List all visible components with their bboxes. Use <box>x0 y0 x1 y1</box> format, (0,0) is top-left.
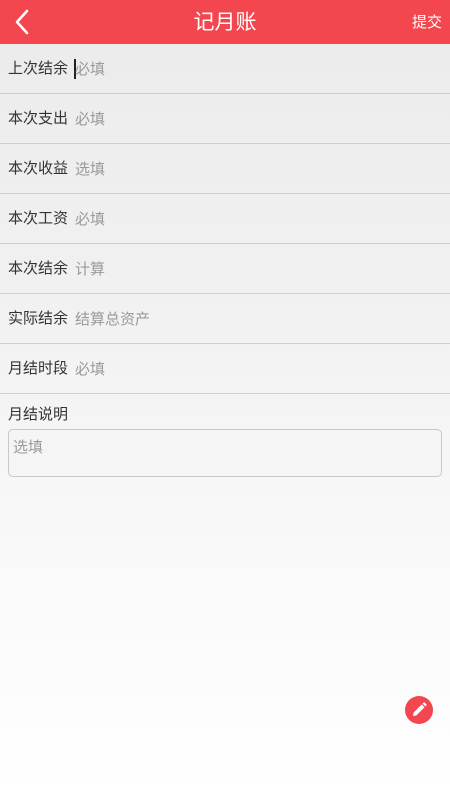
expense-input[interactable] <box>75 106 435 132</box>
form-row-label: 本次工资 <box>8 209 69 227</box>
current-balance-input[interactable] <box>75 256 435 282</box>
form-row-label: 实际结余 <box>8 309 69 327</box>
form-row-actual-balance: 实际结余 <box>0 294 450 344</box>
submit-button[interactable]: 提交 <box>412 0 442 44</box>
form-row-label: 月结时段 <box>8 359 69 377</box>
page-title: 记月账 <box>193 10 257 34</box>
pencil-icon <box>413 702 427 716</box>
form-row-salary: 本次工资 <box>0 194 450 244</box>
form-row-last-balance: 上次结余 <box>0 44 450 94</box>
form-row-label: 本次支出 <box>8 109 69 127</box>
note-textarea[interactable] <box>8 429 442 477</box>
income-input[interactable] <box>75 156 435 182</box>
last-balance-input[interactable] <box>75 56 435 82</box>
actual-balance-input[interactable] <box>75 306 435 332</box>
form-row-expense: 本次支出 <box>0 94 450 144</box>
edit-fab-button[interactable] <box>405 696 433 724</box>
note-label: 月结说明 <box>8 405 69 423</box>
form-row-current-balance: 本次结余 <box>0 244 450 294</box>
form-row-label: 本次收益 <box>8 159 69 177</box>
form-row-income: 本次收益 <box>0 144 450 194</box>
monthly-account-form: 上次结余 本次支出 本次收益 本次工资 本次结余 实际结余 月结时段 <box>0 44 450 394</box>
salary-input[interactable] <box>75 206 435 232</box>
app-header: 记月账 提交 <box>0 0 450 44</box>
form-row-period: 月结时段 <box>0 344 450 394</box>
form-row-label: 上次结余 <box>8 59 69 77</box>
period-input[interactable] <box>75 356 435 382</box>
form-row-label: 本次结余 <box>8 259 69 277</box>
